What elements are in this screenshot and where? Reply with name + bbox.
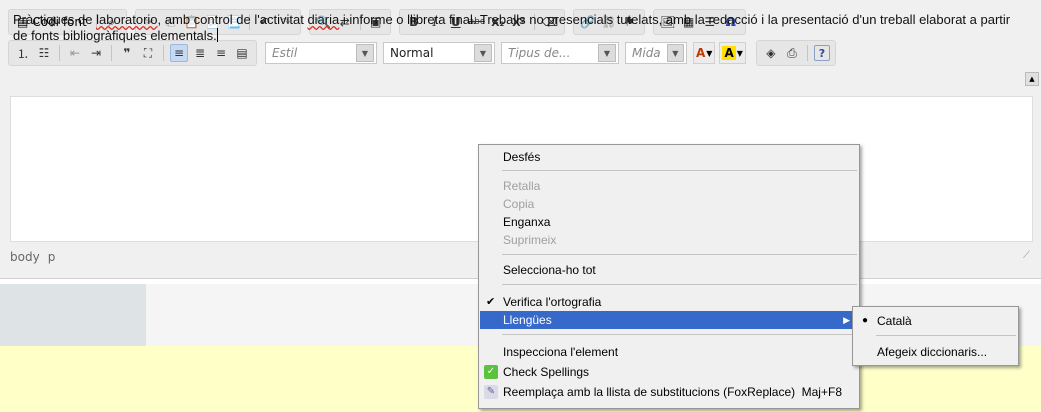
menu-item-spellcheck[interactable]: ✔ Verifica l'ortografia — [480, 293, 858, 311]
menu-item-check-spellings[interactable]: ✓ Check Spellings — [480, 363, 858, 381]
submenu-arrow-icon: ▶ — [843, 315, 850, 325]
misspelled-word[interactable]: diaria — [307, 12, 339, 27]
menu-item-foxreplace[interactable]: ✎ Reemplaça amb la llista de substitucio… — [480, 383, 858, 401]
separator — [806, 45, 808, 61]
context-menu: Desfés Retalla Copia Enganxa Suprimeix S… — [478, 144, 860, 409]
menu-item-delete[interactable]: Suprimeix — [480, 231, 858, 249]
indent-icon[interactable]: ⇥ — [87, 44, 105, 62]
text-caret — [216, 28, 218, 42]
menu-item-undo[interactable]: Desfés — [480, 148, 858, 166]
font-combo[interactable]: Tipus de... ▼ — [501, 42, 619, 64]
font-combo-value: Tipus de... — [508, 46, 571, 60]
scroll-up-arrow-icon[interactable]: ▲ — [1025, 72, 1039, 86]
foxreplace-icon: ✎ — [484, 385, 498, 399]
outdent-icon[interactable]: ⇤ — [66, 44, 84, 62]
chevron-down-icon: ▼ — [706, 48, 713, 58]
grey-block — [0, 284, 146, 346]
menu-separator — [502, 170, 857, 171]
path-body[interactable]: body — [10, 250, 40, 264]
align-left-icon[interactable]: ≡ — [170, 44, 188, 62]
menu-item-copy[interactable]: Copia — [480, 195, 858, 213]
menu-separator — [876, 335, 1016, 336]
menu-item-select-all[interactable]: Selecciona-ho tot — [480, 261, 858, 279]
path-p[interactable]: p — [48, 250, 56, 264]
radio-bullet-icon: ● — [862, 315, 869, 326]
bg-color-icon: A — [722, 46, 736, 60]
languages-submenu: ● Català Afegeix diccionaris... — [852, 306, 1019, 366]
bg-color-button[interactable]: A ▼ — [719, 42, 746, 64]
align-justify-icon[interactable]: ▤ — [233, 44, 251, 62]
resize-handle-icon[interactable]: ⟋ — [1023, 250, 1035, 262]
menu-item-catala[interactable]: ● Català — [854, 312, 1017, 330]
shortcut-label: Maj+F8 — [801, 385, 842, 399]
text-color-button[interactable]: A ▼ — [693, 42, 716, 64]
format-combo[interactable]: Normal ▼ — [383, 42, 495, 64]
show-blocks-icon[interactable]: ⎙ — [783, 44, 801, 62]
div-container-icon[interactable]: ⛶ — [139, 44, 157, 62]
bulleted-list-icon[interactable]: ☷ — [35, 44, 53, 62]
menu-item-add-dictionaries[interactable]: Afegeix diccionaris... — [854, 343, 1017, 361]
align-center-icon[interactable]: ≣ — [191, 44, 209, 62]
chevron-down-icon[interactable]: ▼ — [474, 44, 492, 62]
help-button[interactable]: ? — [813, 45, 830, 61]
chevron-down-icon[interactable]: ▼ — [356, 44, 374, 62]
menu-item-cut[interactable]: Retalla — [480, 177, 858, 195]
chevron-down-icon: ▼ — [736, 48, 743, 58]
editor-content[interactable]: Pràctiques de laboratorio, amb control d… — [13, 12, 1028, 44]
maximize-icon[interactable]: ◈ — [762, 44, 780, 62]
menu-separator — [502, 284, 857, 285]
format-combo-value: Normal — [390, 46, 434, 60]
separator — [163, 45, 164, 61]
menu-separator — [502, 334, 857, 335]
check-spellings-icon: ✓ — [484, 365, 498, 379]
checkmark-icon: ✔ — [486, 296, 496, 308]
separator — [111, 45, 112, 61]
menu-item-paste[interactable]: Enganxa — [480, 213, 858, 231]
size-combo[interactable]: Mida ▼ — [625, 42, 687, 64]
text-color-icon: A — [696, 46, 706, 60]
menu-item-languages[interactable]: Llengües ▶ — [480, 311, 858, 329]
menu-item-inspect[interactable]: Inspecciona l'element — [480, 343, 858, 361]
style-combo-value: Estil — [272, 46, 298, 60]
size-combo-value: Mida — [632, 46, 661, 60]
numbered-list-icon[interactable]: ⒈ — [14, 44, 32, 62]
style-combo[interactable]: Estil ▼ — [265, 42, 377, 64]
blockquote-icon[interactable]: ❞ — [118, 44, 136, 62]
chevron-down-icon[interactable]: ▼ — [598, 44, 616, 62]
align-right-icon[interactable]: ≡ — [212, 44, 230, 62]
separator — [59, 45, 60, 61]
misspelled-word[interactable]: laboratorio — [96, 12, 157, 27]
chevron-down-icon[interactable]: ▼ — [666, 44, 684, 62]
menu-separator — [502, 254, 857, 255]
